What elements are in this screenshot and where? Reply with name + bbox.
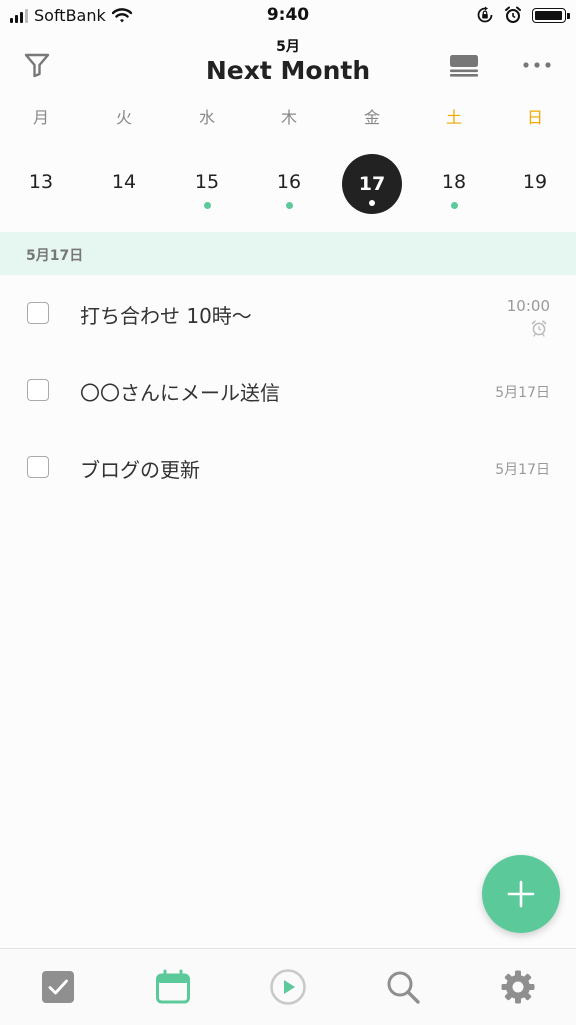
date-cell[interactable]: 15 bbox=[177, 152, 237, 212]
weekday-thu: 木 bbox=[280, 108, 297, 127]
date-number: 13 bbox=[28, 171, 54, 193]
task-indicator-dot bbox=[369, 200, 375, 206]
rotation-lock-icon bbox=[477, 6, 493, 23]
tab-focus[interactable] bbox=[268, 967, 308, 1007]
search-icon bbox=[387, 971, 420, 1004]
tab-calendar[interactable] bbox=[153, 967, 193, 1007]
more-button[interactable] bbox=[518, 50, 556, 80]
weekday-sun: 日 bbox=[526, 108, 543, 127]
battery-icon bbox=[532, 7, 570, 23]
task-checkbox[interactable] bbox=[27, 379, 49, 401]
alarm-clock-icon bbox=[531, 320, 547, 337]
status-bar: SoftBank 9:40 bbox=[0, 0, 576, 32]
section-date-label: 5月17日 bbox=[26, 248, 84, 264]
task-time: 10:00 bbox=[506, 297, 550, 315]
tab-tasks[interactable] bbox=[38, 967, 78, 1007]
date-strip: 13 14 15 16 17 18 19 bbox=[0, 152, 576, 216]
weekday-mon: 月 bbox=[32, 108, 49, 127]
task-date: 5月17日 bbox=[495, 462, 550, 478]
task-title: 打ち合わせ 10時〜 bbox=[80, 304, 252, 328]
date-cell-selected[interactable]: 17 bbox=[342, 152, 402, 214]
date-number: 14 bbox=[111, 171, 137, 193]
list-item[interactable]: 〇〇さんにメール送信 5月17日 bbox=[0, 352, 576, 429]
list-view-button[interactable] bbox=[446, 48, 482, 82]
date-number: 15 bbox=[194, 171, 220, 193]
header: 5月 Next Month bbox=[0, 32, 576, 96]
task-indicator-dot bbox=[204, 202, 211, 209]
date-cell[interactable]: 18 bbox=[424, 152, 484, 212]
date-number: 19 bbox=[522, 171, 548, 193]
task-title: ブログの更新 bbox=[80, 458, 200, 482]
weekday-fri: 金 bbox=[363, 108, 380, 127]
list-view-icon bbox=[450, 55, 478, 77]
task-checkbox[interactable] bbox=[27, 302, 49, 324]
list-item[interactable]: ブログの更新 5月17日 bbox=[0, 429, 576, 506]
task-title: 〇〇さんにメール送信 bbox=[80, 381, 280, 405]
play-icon bbox=[270, 969, 306, 1005]
list-item[interactable]: 打ち合わせ 10時〜 10:00 bbox=[0, 275, 576, 352]
alarm-icon bbox=[505, 6, 521, 23]
tab-search[interactable] bbox=[383, 967, 423, 1007]
weekday-row: 月 火 水 木 金 土 日 bbox=[0, 104, 576, 132]
add-task-button[interactable] bbox=[482, 855, 560, 933]
date-cell[interactable]: 16 bbox=[259, 152, 319, 212]
tab-bar bbox=[0, 948, 576, 1025]
task-checkbox[interactable] bbox=[27, 456, 49, 478]
more-icon bbox=[523, 62, 551, 68]
checkbox-icon bbox=[42, 971, 74, 1003]
task-date: 5月17日 bbox=[495, 385, 550, 401]
weekday-sat: 土 bbox=[445, 108, 462, 127]
date-number: 17 bbox=[358, 173, 386, 195]
date-cell[interactable]: 14 bbox=[94, 152, 154, 212]
date-number: 18 bbox=[441, 171, 467, 193]
header-month: 5月 bbox=[276, 39, 300, 55]
weekday-tue: 火 bbox=[115, 108, 132, 127]
task-indicator-dot bbox=[451, 202, 458, 209]
tab-settings[interactable] bbox=[498, 967, 538, 1007]
plus-icon bbox=[507, 880, 535, 908]
page-title: Next Month bbox=[205, 56, 371, 85]
date-section-header: 5月17日 bbox=[0, 232, 576, 275]
date-cell[interactable]: 19 bbox=[505, 152, 565, 212]
weekday-wed: 水 bbox=[198, 108, 215, 127]
status-right bbox=[476, 6, 570, 24]
task-indicator-dot bbox=[286, 202, 293, 209]
date-cell[interactable]: 13 bbox=[11, 152, 71, 212]
gear-icon bbox=[501, 970, 535, 1004]
calendar-icon bbox=[156, 969, 190, 1004]
task-list: 打ち合わせ 10時〜 10:00 〇〇さんにメール送信 5月17日 ブログの更新… bbox=[0, 275, 576, 506]
date-number: 16 bbox=[276, 171, 302, 193]
